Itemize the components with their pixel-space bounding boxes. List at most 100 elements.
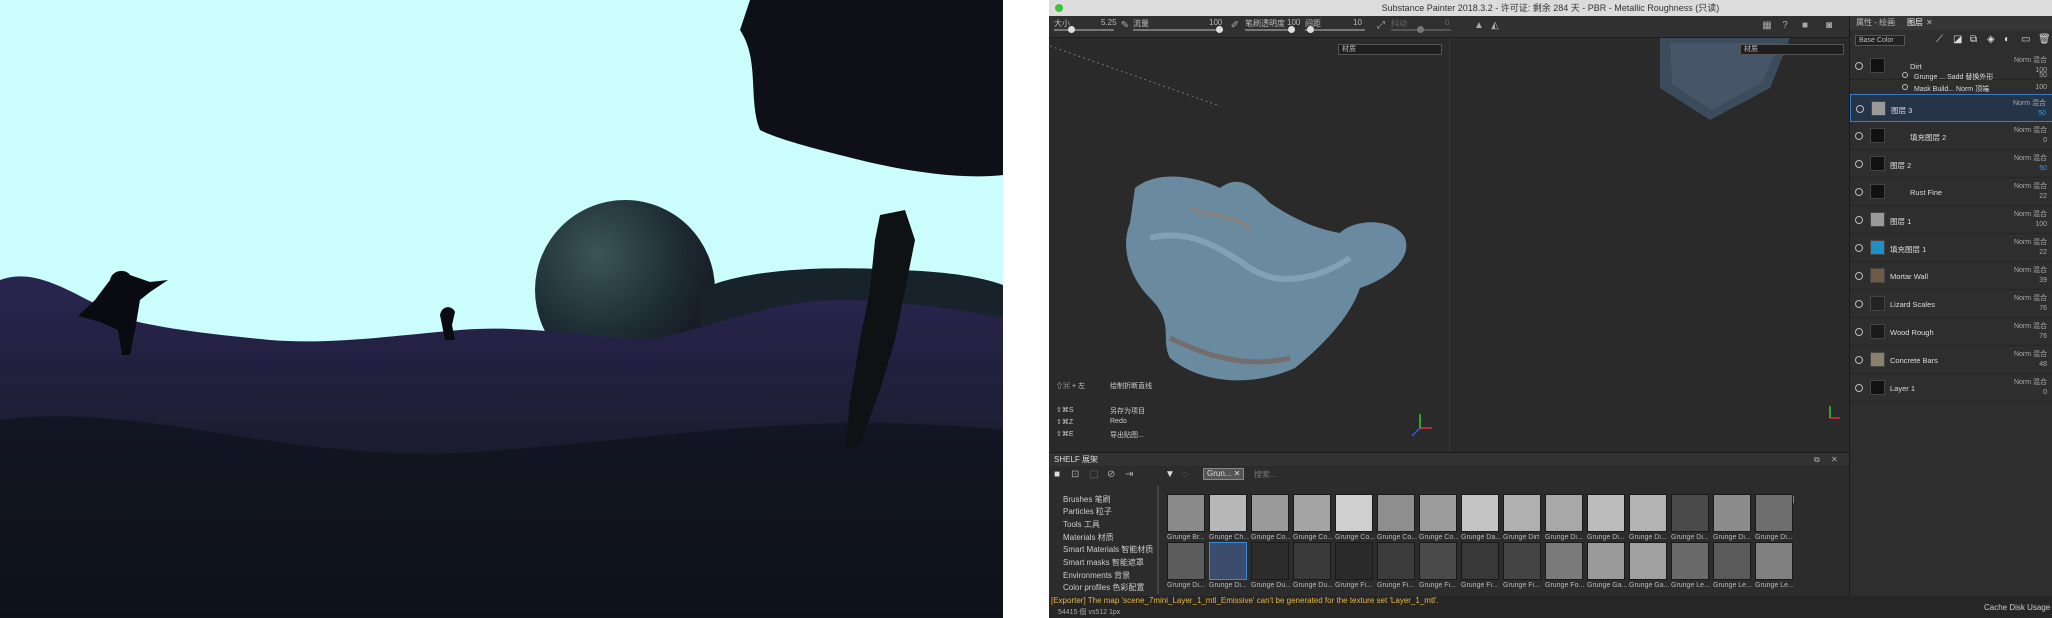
- layer-blend-mode[interactable]: Norm 混合: [2013, 98, 2046, 108]
- new-folder-icon[interactable]: ⊡: [1071, 469, 1079, 480]
- tab-layers[interactable]: 图层: [1907, 16, 1923, 30]
- size-value[interactable]: 5.25: [1101, 18, 1117, 27]
- resource-thumbnail[interactable]: [1167, 542, 1205, 580]
- layer-thumbnail[interactable]: [1870, 184, 1885, 199]
- resource-thumbnail[interactable]: [1419, 542, 1457, 580]
- layer-row[interactable]: 填充图层 2 Norm 混合 0: [1850, 122, 2052, 150]
- visibility-icon[interactable]: [1855, 356, 1863, 364]
- folder-icon[interactable]: ■: [1054, 469, 1060, 480]
- add-layer-icon[interactable]: ◐: [2004, 34, 2010, 45]
- add-effect-icon[interactable]: ⟋: [1936, 34, 1943, 45]
- right-viewport-mode-dropdown[interactable]: 材质: [1740, 44, 1844, 55]
- layer-blend-mode[interactable]: Norm 混合: [2014, 265, 2047, 275]
- layer-thumbnail[interactable]: [1870, 296, 1885, 311]
- layer-blend-mode[interactable]: Norm 混合: [2014, 237, 2047, 247]
- visibility-icon[interactable]: [1855, 216, 1863, 224]
- resource-thumbnail[interactable]: [1545, 494, 1583, 532]
- layer-opacity[interactable]: 100: [2035, 221, 2047, 228]
- grid-icon[interactable]: ▦: [1761, 20, 1773, 32]
- shelf-category[interactable]: Brushes 笔刷: [1063, 494, 1111, 505]
- search-tag[interactable]: Grun... ✕: [1203, 468, 1245, 480]
- resource-thumbnail[interactable]: [1503, 542, 1541, 580]
- resource-thumbnail[interactable]: [1713, 494, 1751, 532]
- layer-row[interactable]: Wood Rough Norm 混合 76: [1850, 318, 2052, 346]
- layer-effect-row[interactable]: Grunge ... Sadd 替换外形 50: [1850, 70, 2052, 82]
- screenshot-icon[interactable]: ◙: [1823, 20, 1835, 32]
- shelf-category[interactable]: Smart Materials 智能材质: [1063, 544, 1153, 555]
- resource-thumbnail[interactable]: [1629, 542, 1667, 580]
- search-input[interactable]: 搜索...: [1254, 469, 1277, 480]
- layer-row[interactable]: Lizard Scales Norm 混合 76: [1850, 290, 2052, 318]
- spacing-slider[interactable]: [1305, 26, 1365, 33]
- visibility-icon[interactable]: [1855, 300, 1863, 308]
- undock-icon[interactable]: ⧉: [1814, 453, 1820, 466]
- layer-thumbnail[interactable]: [1870, 352, 1885, 367]
- visibility-icon[interactable]: [1855, 160, 1863, 168]
- resource-thumbnail[interactable]: [1293, 542, 1331, 580]
- layer-opacity[interactable]: 0: [2043, 137, 2047, 144]
- opacity-slider[interactable]: [1245, 26, 1295, 33]
- resource-thumbnail[interactable]: [1419, 494, 1457, 532]
- layer-thumbnail[interactable]: [1870, 212, 1885, 227]
- layer-row[interactable]: Concrete Bars Norm 混合 48: [1850, 346, 2052, 374]
- visibility-icon[interactable]: [1902, 72, 1908, 78]
- resource-thumbnail[interactable]: [1755, 542, 1793, 580]
- resource-thumbnail[interactable]: [1335, 494, 1373, 532]
- layer-blend-mode[interactable]: Norm 混合: [2014, 377, 2047, 387]
- help-icon[interactable]: ?: [1779, 20, 1791, 32]
- visibility-icon[interactable]: [1855, 384, 1863, 392]
- layer-blend-mode[interactable]: Norm 混合: [2014, 153, 2047, 163]
- resource-thumbnail[interactable]: [1251, 494, 1289, 532]
- layer-row[interactable]: Rust Fine Norm 混合 22: [1850, 178, 2052, 206]
- layer-opacity[interactable]: 50: [2038, 110, 2046, 117]
- resource-thumbnail[interactable]: [1461, 494, 1499, 532]
- viewport-divider[interactable]: [1449, 38, 1450, 452]
- add-generator-icon[interactable]: ⧉: [1970, 34, 1977, 45]
- shelf-category[interactable]: Color profiles 色彩配置: [1063, 582, 1144, 593]
- visibility-icon[interactable]: [1855, 244, 1863, 252]
- visibility-icon[interactable]: [1855, 62, 1863, 70]
- shelf-category[interactable]: Materials 材质: [1063, 532, 1114, 543]
- layer-opacity[interactable]: 50: [2039, 72, 2047, 79]
- layer-row[interactable]: 图层 2 Norm 混合 50: [1850, 150, 2052, 178]
- layer-thumbnail[interactable]: [1871, 101, 1886, 116]
- layer-opacity[interactable]: 0: [2043, 389, 2047, 396]
- channel-dropdown[interactable]: Base Color: [1855, 35, 1905, 46]
- resource-thumbnail[interactable]: [1377, 542, 1415, 580]
- resource-thumbnail[interactable]: [1335, 542, 1373, 580]
- layer-opacity[interactable]: 76: [2039, 305, 2047, 312]
- layer-blend-mode[interactable]: Norm 混合: [2014, 55, 2047, 65]
- left-viewport-mode-dropdown[interactable]: 材质: [1338, 44, 1442, 55]
- shelf-category[interactable]: Particles 粒子: [1063, 506, 1112, 517]
- add-folder-icon[interactable]: ▭: [2021, 34, 2030, 45]
- tab-properties[interactable]: 属性 - 绘画: [1856, 16, 1895, 30]
- symmetry-icon[interactable]: ◭: [1489, 20, 1501, 32]
- resource-thumbnail[interactable]: [1629, 494, 1667, 532]
- size-slider[interactable]: [1054, 26, 1114, 33]
- layer-row[interactable]: 图层 3 Norm 混合 50: [1850, 94, 2052, 122]
- remove-tag-icon[interactable]: ✕: [1234, 469, 1241, 478]
- layer-thumbnail[interactable]: [1870, 240, 1885, 255]
- layer-row[interactable]: Mortar Wall Norm 混合 39: [1850, 262, 2052, 290]
- resource-thumbnail[interactable]: [1713, 542, 1751, 580]
- window-close-dot[interactable]: [1055, 4, 1063, 12]
- filter-off-icon[interactable]: ◌: [1182, 469, 1188, 480]
- layer-effect-row[interactable]: Mask Build... Norm 顶端 100: [1850, 82, 2052, 94]
- resource-thumbnail[interactable]: [1587, 542, 1625, 580]
- layer-opacity[interactable]: 76: [2039, 333, 2047, 340]
- resource-thumbnail[interactable]: [1251, 542, 1289, 580]
- flow-slider[interactable]: [1133, 26, 1223, 33]
- layer-blend-mode[interactable]: Norm 混合: [2014, 209, 2047, 219]
- layer-blend-mode[interactable]: Norm 混合: [2014, 181, 2047, 191]
- add-fill-icon[interactable]: ◈: [1987, 34, 1995, 45]
- visibility-icon[interactable]: [1902, 84, 1908, 90]
- resource-thumbnail[interactable]: [1209, 542, 1247, 580]
- import-icon[interactable]: ⇥: [1125, 469, 1133, 480]
- shelf-category[interactable]: Tools 工具: [1063, 519, 1100, 530]
- resource-thumbnail[interactable]: [1209, 494, 1247, 532]
- resource-thumbnail[interactable]: [1545, 542, 1583, 580]
- resource-thumbnail[interactable]: [1671, 542, 1709, 580]
- layer-opacity[interactable]: 22: [2039, 249, 2047, 256]
- layer-thumbnail[interactable]: [1870, 268, 1885, 283]
- resource-thumbnail[interactable]: [1167, 494, 1205, 532]
